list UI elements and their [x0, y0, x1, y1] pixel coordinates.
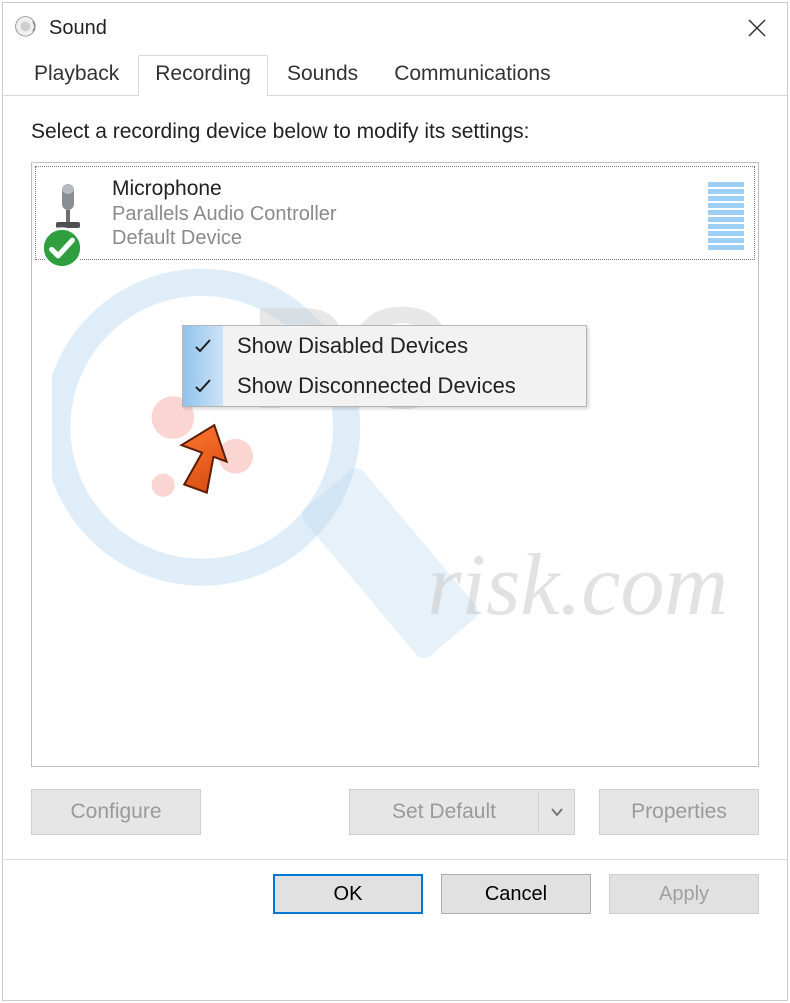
- instruction-text: Select a recording device below to modif…: [31, 120, 759, 144]
- tab-communications[interactable]: Communications: [377, 53, 567, 96]
- device-text: Microphone Parallels Audio Controller De…: [112, 176, 337, 249]
- configure-button[interactable]: Configure: [31, 789, 201, 835]
- menu-item-label: Show Disabled Devices: [237, 333, 468, 359]
- watermark-text: risk.com: [427, 535, 728, 636]
- checkmark-icon: [193, 336, 213, 356]
- context-menu: Show Disabled Devices Show Disconnected …: [182, 325, 587, 407]
- device-description: Parallels Audio Controller: [112, 202, 337, 226]
- device-item-microphone[interactable]: Microphone Parallels Audio Controller De…: [35, 166, 755, 260]
- device-list[interactable]: PC risk.com: [31, 162, 759, 767]
- chevron-down-icon: [550, 805, 564, 819]
- default-check-badge: [40, 218, 74, 252]
- close-button[interactable]: [727, 3, 787, 53]
- pointer-arrow-icon: [172, 419, 232, 499]
- set-default-dropdown[interactable]: [539, 789, 575, 835]
- sound-dialog: Sound Playback Recording Sounds Communic…: [2, 2, 788, 1001]
- properties-button[interactable]: Properties: [599, 789, 759, 835]
- dialog-buttons: OK Cancel Apply: [3, 860, 787, 932]
- tab-sounds[interactable]: Sounds: [270, 53, 375, 96]
- menu-item-label: Show Disconnected Devices: [237, 373, 516, 399]
- apply-button[interactable]: Apply: [609, 874, 759, 914]
- microphone-icon: [46, 180, 102, 246]
- device-actions: Configure Set Default Properties: [3, 767, 787, 835]
- level-meter: [708, 176, 744, 250]
- device-name: Microphone: [112, 176, 337, 201]
- recording-panel: Select a recording device below to modif…: [3, 96, 787, 767]
- menu-item-show-disconnected[interactable]: Show Disconnected Devices: [183, 366, 586, 406]
- window-title: Sound: [49, 17, 107, 40]
- menu-item-show-disabled[interactable]: Show Disabled Devices: [183, 326, 586, 366]
- tab-playback[interactable]: Playback: [17, 53, 136, 96]
- title-bar: Sound: [3, 3, 787, 53]
- tab-strip: Playback Recording Sounds Communications: [3, 53, 787, 96]
- checkmark-icon: [193, 376, 213, 396]
- tab-recording[interactable]: Recording: [138, 55, 268, 96]
- sound-icon: [13, 14, 41, 42]
- ok-button[interactable]: OK: [273, 874, 423, 914]
- device-status: Default Device: [112, 226, 337, 250]
- cancel-button[interactable]: Cancel: [441, 874, 591, 914]
- set-default-button[interactable]: Set Default: [349, 789, 539, 835]
